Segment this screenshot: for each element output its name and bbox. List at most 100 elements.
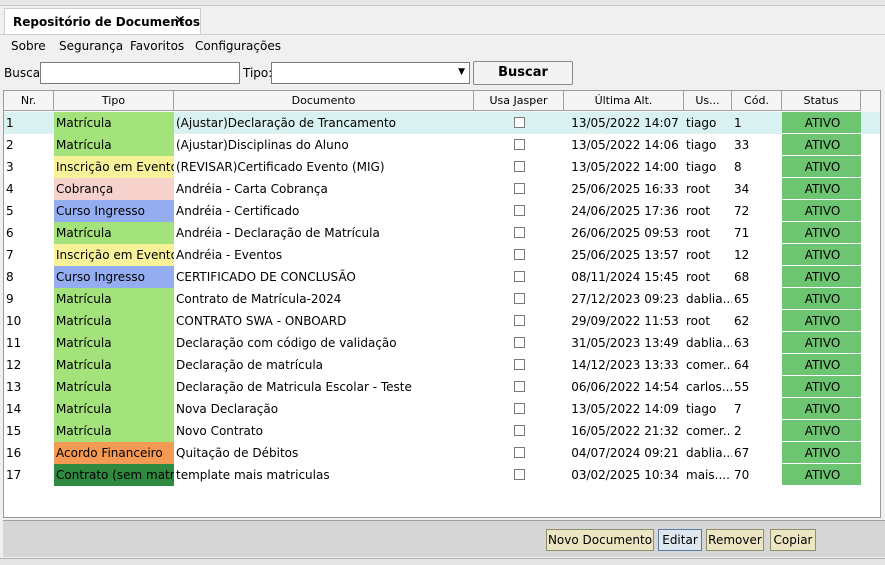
close-icon[interactable]: ✕ — [174, 13, 186, 29]
table-row[interactable]: 1 Matrícula (Ajustar)Declaração de Trancam… — [4, 112, 880, 134]
cell-nr: 6 — [6, 226, 14, 240]
column-header-nr[interactable]: Nr. — [4, 91, 54, 111]
column-header-tipo[interactable]: Tipo — [54, 91, 174, 111]
cell-usa-jasper — [474, 200, 564, 222]
cell-cod: 63 — [734, 336, 750, 350]
menu-sobre[interactable]: Sobre — [11, 39, 46, 53]
cell-status: ATIVO — [782, 376, 861, 398]
cell-cod: 64 — [734, 358, 750, 372]
cell-usa-jasper — [474, 464, 564, 486]
table-row[interactable]: 15 Matrícula Novo Contrato 16/05/2022 21:32… — [4, 420, 880, 442]
cell-ultima-alt: 16/05/2022 21:32 — [571, 424, 679, 438]
cell-status: ATIVO — [782, 332, 861, 354]
menu-seguranca[interactable]: Segurança — [59, 39, 123, 53]
usa-jasper-checkbox[interactable] — [514, 359, 525, 370]
table-row[interactable]: 11 Matrícula Declaração com código de vali… — [4, 332, 880, 354]
table-row[interactable]: 13 Matrícula Declaração de Matricula Escol… — [4, 376, 880, 398]
cell-nr: 13 — [6, 380, 22, 394]
search-input[interactable] — [40, 62, 240, 84]
cell-cod: 1 — [734, 116, 742, 130]
cell-ultima-alt: 03/02/2025 10:34 — [571, 468, 679, 482]
tipo-select[interactable]: ▼ — [271, 62, 470, 84]
cell-usuario: root — [686, 270, 711, 284]
cell-documento: Declaração de matrícula — [176, 358, 324, 372]
cell-nr: 12 — [6, 358, 22, 372]
column-header-ultima-alt[interactable]: Última Alt. — [564, 91, 684, 111]
column-header-cod[interactable]: Cód. — [732, 91, 782, 111]
cell-nr: 16 — [6, 446, 22, 460]
usa-jasper-checkbox[interactable] — [514, 139, 525, 150]
usa-jasper-checkbox[interactable] — [514, 403, 525, 414]
table-row[interactable]: 10 Matrícula CONTRATO SWA - ONBOARD 29/09/2… — [4, 310, 880, 332]
table-row[interactable]: 14 Matrícula Nova Declaração 13/05/2022 14:… — [4, 398, 880, 420]
menu-favoritos[interactable]: Favoritos — [130, 39, 184, 53]
search-bar: Busca: Tipo: ▼ — [0, 60, 885, 86]
cell-tipo: Inscrição em Eventos — [54, 156, 174, 178]
cell-documento: (Ajustar)Disciplinas do Aluno — [176, 138, 349, 152]
usa-jasper-checkbox[interactable] — [514, 161, 525, 172]
remover-button[interactable]: Remover — [706, 529, 764, 551]
table-row[interactable]: 12 Matrícula Declaração de matrícula 14/12/… — [4, 354, 880, 376]
cell-status: ATIVO — [782, 178, 861, 200]
table-row[interactable]: 7 Inscrição em Eventos Andréia - Eventos 25… — [4, 244, 880, 266]
cell-cod: 7 — [734, 402, 742, 416]
cell-documento: Andréia - Certificado — [176, 204, 300, 218]
cell-nr: 11 — [6, 336, 22, 350]
cell-cod: 67 — [734, 446, 750, 460]
usa-jasper-checkbox[interactable] — [514, 205, 525, 216]
usa-jasper-checkbox[interactable] — [514, 117, 525, 128]
usa-jasper-checkbox[interactable] — [514, 447, 525, 458]
cell-usa-jasper — [474, 134, 564, 156]
usa-jasper-checkbox[interactable] — [514, 315, 525, 326]
usa-jasper-checkbox[interactable] — [514, 425, 525, 436]
usa-jasper-checkbox[interactable] — [514, 227, 525, 238]
table-row[interactable]: 16 Acordo Financeiro Quitação de Débitos 04… — [4, 442, 880, 464]
cell-usuario: tiago — [686, 138, 717, 152]
cell-tipo: Matrícula — [54, 398, 174, 420]
cell-documento: (Ajustar)Declaração de Trancamento — [176, 116, 397, 130]
cell-documento: template mais matriculas — [176, 468, 330, 482]
usa-jasper-checkbox[interactable] — [514, 337, 525, 348]
usa-jasper-checkbox[interactable] — [514, 469, 525, 480]
table-row[interactable]: 4 Cobrança Andréia - Carta Cobrança 25/06/2… — [4, 178, 880, 200]
cell-status: ATIVO — [782, 464, 861, 486]
usa-jasper-checkbox[interactable] — [514, 271, 525, 282]
table-row[interactable]: 5 Curso Ingresso Andréia - Certificado 24/0… — [4, 200, 880, 222]
usa-jasper-checkbox[interactable] — [514, 183, 525, 194]
cell-usuario: root — [686, 314, 711, 328]
table-row[interactable]: 2 Matrícula (Ajustar)Disciplinas do Aluno 1… — [4, 134, 880, 156]
usa-jasper-checkbox[interactable] — [514, 249, 525, 260]
table-row[interactable]: 3 Inscrição em Eventos (REVISAR)Certificad… — [4, 156, 880, 178]
cell-ultima-alt: 26/06/2025 09:53 — [571, 226, 679, 240]
copiar-button[interactable]: Copiar — [770, 529, 816, 551]
cell-documento: Declaração com código de validação — [176, 336, 397, 350]
usa-jasper-checkbox[interactable] — [514, 381, 525, 392]
column-header-usa-jasper[interactable]: Usa Jasper — [474, 91, 564, 111]
column-header-documento[interactable]: Documento — [174, 91, 474, 111]
cell-tipo: Curso Ingresso — [54, 200, 174, 222]
cell-ultima-alt: 13/05/2022 14:06 — [571, 138, 679, 152]
cell-usa-jasper — [474, 156, 564, 178]
cell-documento: CONTRATO SWA - ONBOARD — [176, 314, 347, 328]
buscar-button[interactable]: Buscar — [473, 61, 573, 85]
tab-repositorio[interactable]: Repositório de Documentos ✕ — [4, 8, 201, 36]
cell-nr: 10 — [6, 314, 22, 328]
table-row[interactable]: 6 Matrícula Andréia - Declaração de Matríc… — [4, 222, 880, 244]
table-row[interactable]: 17 Contrato (sem matrí...template mais ma… — [4, 464, 880, 486]
column-header-status[interactable]: Status — [782, 91, 861, 111]
column-header-usuario[interactable]: Us... — [684, 91, 732, 111]
table-row[interactable]: 9 Matrícula Contrato de Matrícula-2024 27/1… — [4, 288, 880, 310]
cell-nr: 15 — [6, 424, 22, 438]
novo-documento-button[interactable]: Novo Documento — [546, 529, 654, 551]
cell-ultima-alt: 27/12/2023 09:23 — [571, 292, 679, 306]
cell-cod: 8 — [734, 160, 742, 174]
usa-jasper-checkbox[interactable] — [514, 293, 525, 304]
cell-ultima-alt: 04/07/2024 09:21 — [571, 446, 679, 460]
menu-configuracoes[interactable]: Configurações — [195, 39, 281, 53]
cell-nr: 14 — [6, 402, 22, 416]
editar-button[interactable]: Editar — [658, 529, 702, 551]
cell-ultima-alt: 29/09/2022 11:53 — [571, 314, 679, 328]
cell-status: ATIVO — [782, 310, 861, 332]
cell-tipo: Cobrança — [54, 178, 174, 200]
table-row[interactable]: 8 Curso Ingresso CERTIFICADO DE CONCLUSÃO 0… — [4, 266, 880, 288]
